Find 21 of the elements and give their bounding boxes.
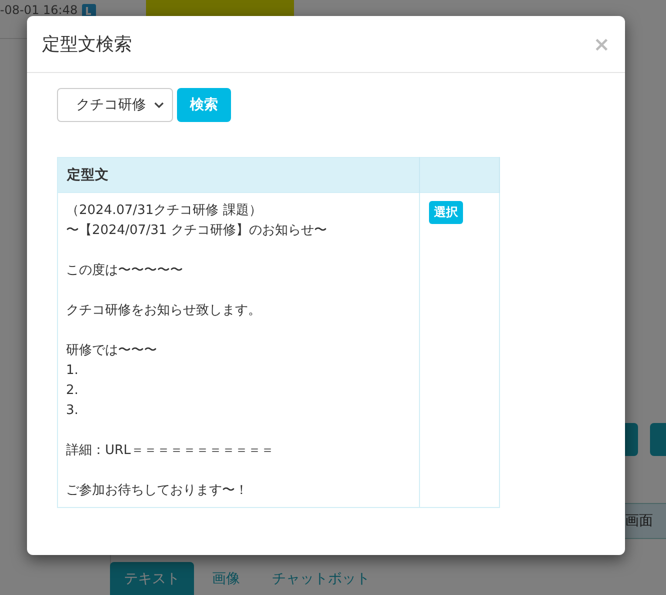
template-text-line: 〜【2024/07/31 クチコ研修】のお知らせ〜 bbox=[66, 222, 328, 240]
timestamp: -08-01 16:48 bbox=[0, 3, 78, 17]
tab[interactable]: テキスト bbox=[110, 562, 194, 595]
template-text-line: 詳細：URL＝＝＝＝＝＝＝＝＝＝＝ bbox=[66, 442, 275, 460]
tab[interactable]: 画像 bbox=[198, 562, 254, 595]
modal-title: 定型文検索 bbox=[42, 33, 132, 56]
close-button[interactable]: × bbox=[593, 34, 610, 54]
template-text-line: クチコ研修をお知らせ致します。 bbox=[66, 302, 262, 320]
template-text-line: 1. bbox=[66, 362, 80, 380]
search-button[interactable]: 検索 bbox=[177, 88, 231, 122]
template-text-line: （2024.07/31クチコ研修 課題） bbox=[66, 202, 263, 220]
template-text-line: 2. bbox=[66, 382, 80, 400]
category-select[interactable]: クチコ研修 bbox=[57, 88, 173, 122]
tab[interactable]: チャットボット bbox=[258, 562, 384, 595]
template-text-line: ご参加お待ちしております〜！ bbox=[66, 482, 249, 500]
template-text-line: この度は〜〜〜〜〜 bbox=[66, 262, 184, 280]
template-text-line: 研修では〜〜〜 bbox=[66, 342, 158, 360]
column-header: 定型文 bbox=[58, 158, 420, 192]
select-button[interactable]: 選択 bbox=[429, 201, 463, 224]
template-text-line: 3. bbox=[66, 402, 80, 420]
caret-icon bbox=[154, 102, 164, 108]
